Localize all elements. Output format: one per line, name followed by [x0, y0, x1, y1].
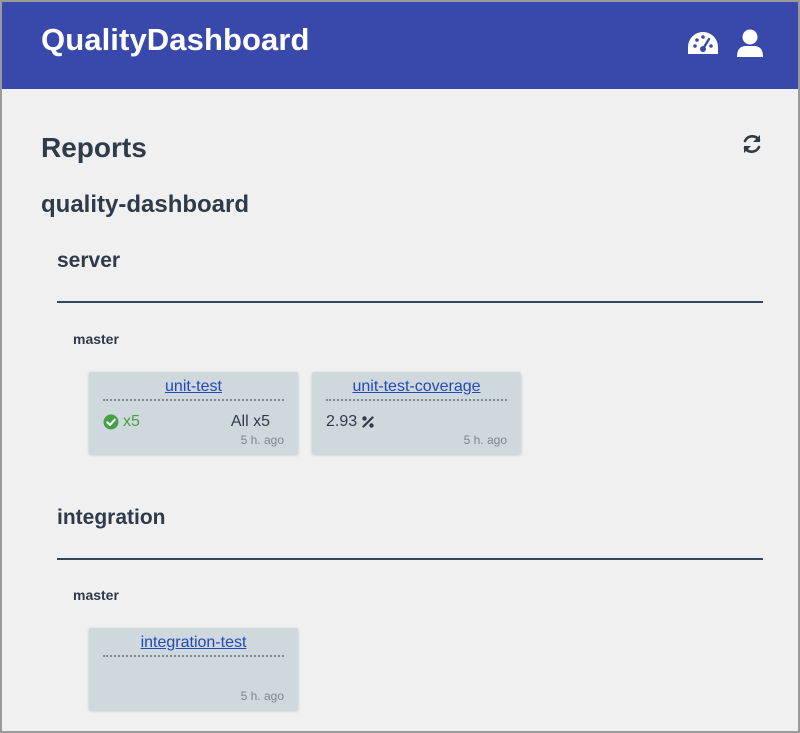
report-link-integration-test[interactable]: integration-test: [89, 634, 298, 652]
page-title: Reports: [41, 132, 147, 163]
report-timestamp: 5 h. ago: [240, 689, 284, 703]
app-frame: QualityDashboard Reports quality-dashboa…: [0, 0, 800, 733]
user-icon[interactable]: [735, 28, 765, 60]
card-separator: [103, 655, 284, 657]
branch-title-master: master: [73, 587, 119, 603]
app-title[interactable]: QualityDashboard: [41, 22, 310, 58]
module-divider: [57, 301, 763, 303]
report-card-integration-test: integration-test 5 h. ago: [89, 628, 298, 710]
report-card-unit-test: unit-test x5 All x5 5 h. ago: [89, 372, 298, 454]
report-timestamp: 5 h. ago: [240, 433, 284, 447]
report-link-unit-test[interactable]: unit-test: [89, 378, 298, 396]
refresh-icon[interactable]: [741, 133, 763, 155]
report-card-unit-test-coverage: unit-test-coverage 2.93 5 h. ago: [312, 372, 521, 454]
status-count: x5: [123, 413, 140, 430]
check-circle-icon: [103, 414, 119, 430]
coverage-value: 2.93: [326, 413, 374, 431]
report-link-unit-test-coverage[interactable]: unit-test-coverage: [312, 378, 521, 396]
status-badge: x5: [103, 413, 140, 431]
coverage-number: 2.93: [326, 413, 358, 430]
module-title-server: server: [57, 249, 121, 272]
module-title-integration: integration: [57, 506, 166, 529]
app-header: QualityDashboard: [2, 2, 798, 89]
card-separator: [326, 399, 507, 401]
percent-icon: [362, 416, 374, 428]
project-title: quality-dashboard: [41, 191, 250, 218]
report-timestamp: 5 h. ago: [463, 433, 507, 447]
card-separator: [103, 399, 284, 401]
total-count: All x5: [230, 413, 270, 430]
module-divider: [57, 558, 763, 560]
dashboard-icon[interactable]: [686, 28, 720, 60]
branch-title-master: master: [73, 331, 119, 347]
